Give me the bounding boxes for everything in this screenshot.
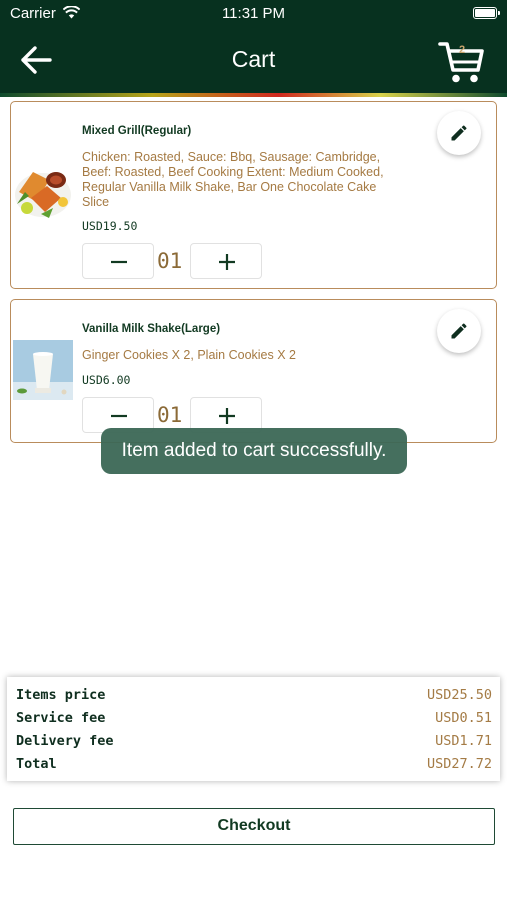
battery-icon bbox=[473, 7, 500, 19]
quantity-value: 01 bbox=[157, 249, 183, 273]
summary-label: Items price bbox=[16, 687, 106, 703]
summary-label: Delivery fee bbox=[16, 733, 114, 749]
summary-label: Service fee bbox=[16, 710, 106, 726]
increase-quantity-button[interactable] bbox=[190, 243, 262, 279]
quantity-value: 01 bbox=[157, 403, 183, 427]
edit-item-button[interactable] bbox=[437, 111, 481, 155]
item-price: USD6.00 bbox=[82, 373, 131, 387]
header-accent-stripe bbox=[0, 93, 507, 97]
checkout-button[interactable]: Checkout bbox=[13, 808, 495, 845]
cart-count-badge: 2 bbox=[459, 44, 466, 56]
minus-icon bbox=[111, 260, 127, 264]
cart-item-card: Mixed Grill(Regular) Chicken: Roasted, S… bbox=[10, 101, 497, 289]
item-image bbox=[13, 340, 73, 400]
decrease-quantity-button[interactable] bbox=[82, 243, 154, 279]
summary-value: USD25.50 bbox=[426, 687, 492, 703]
item-description: Ginger Cookies X 2, Plain Cookies X 2 bbox=[82, 348, 296, 362]
app-header: Carrier 11:31 PM Cart 2 bbox=[0, 0, 507, 97]
cart-item-card: Vanilla Milk Shake(Large) Ginger Cookies… bbox=[10, 299, 497, 443]
summary-label: Total bbox=[16, 756, 57, 772]
status-bar: Carrier 11:31 PM bbox=[0, 0, 507, 28]
item-name: Mixed Grill(Regular) bbox=[82, 125, 192, 137]
page-title: Cart bbox=[231, 46, 276, 72]
summary-value: USD0.51 bbox=[435, 710, 492, 726]
plus-icon bbox=[219, 254, 235, 270]
summary-value: USD27.72 bbox=[426, 756, 492, 772]
summary-row-items-price: Items price USD25.50 bbox=[16, 687, 492, 709]
summary-row-total: Total USD27.72 bbox=[16, 756, 492, 778]
item-description: Chicken: Roasted, Sauce: Bbq, Sausage: C… bbox=[82, 150, 384, 209]
summary-row-service-fee: Service fee USD0.51 bbox=[16, 710, 492, 732]
summary-value: USD1.71 bbox=[435, 733, 492, 749]
status-time: 11:31 PM bbox=[221, 5, 286, 22]
success-toast: Item added to cart successfully. bbox=[101, 428, 407, 474]
price-summary: Items price USD25.50 Service fee USD0.51… bbox=[7, 677, 500, 781]
item-image bbox=[13, 162, 73, 222]
item-price: USD19.50 bbox=[82, 219, 138, 233]
edit-item-button[interactable] bbox=[437, 309, 481, 353]
summary-row-delivery-fee: Delivery fee USD1.71 bbox=[16, 733, 492, 755]
item-name: Vanilla Milk Shake(Large) bbox=[82, 323, 221, 335]
pencil-icon bbox=[451, 125, 467, 141]
pencil-icon bbox=[451, 323, 467, 339]
